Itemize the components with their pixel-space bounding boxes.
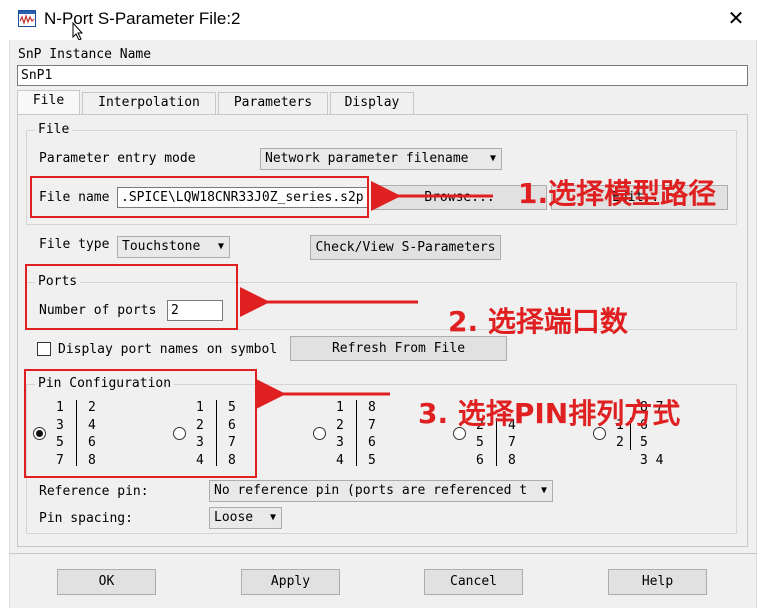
annotation-step-2: 2. 选择端口数 (448, 305, 628, 338)
annotation-step-3: 3. 选择PIN排列方式 (418, 397, 681, 430)
annotation-arrows (240, 181, 493, 409)
annotation-step-1: 1.选择模型路径 (518, 177, 717, 210)
